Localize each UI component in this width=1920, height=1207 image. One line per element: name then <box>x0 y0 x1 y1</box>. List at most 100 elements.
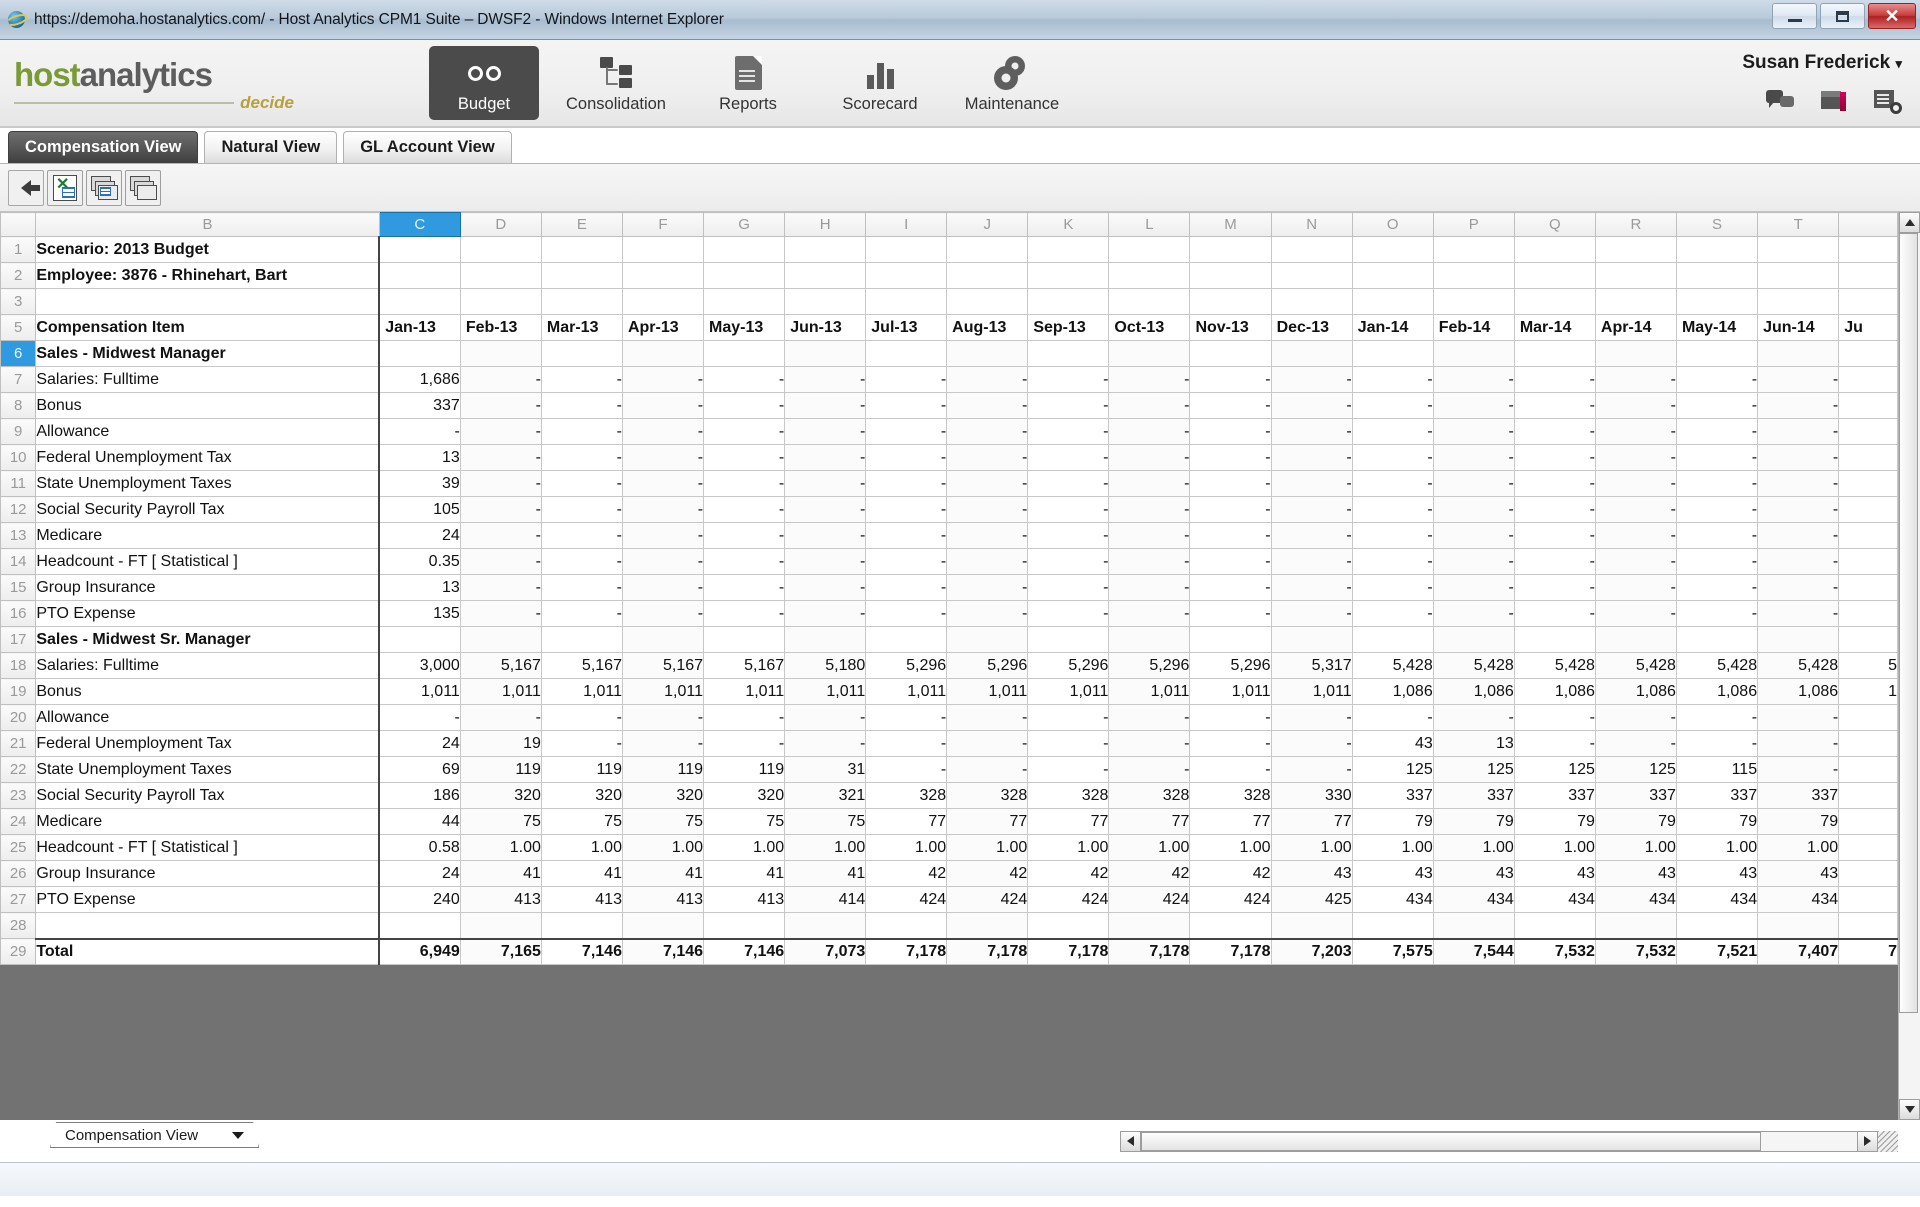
cell-r15-c2[interactable]: - <box>460 574 542 601</box>
cell-r23-c3[interactable]: 320 <box>541 782 623 809</box>
cell-r16-c16[interactable]: - <box>1595 600 1677 627</box>
row-label-15[interactable]: Group Insurance <box>35 574 381 601</box>
chat-icon[interactable] <box>1766 88 1794 114</box>
cell[interactable] <box>1189 236 1272 263</box>
cell-r13-c4[interactable]: - <box>622 522 705 549</box>
tab-compensation-view[interactable]: Compensation View <box>8 131 199 163</box>
cell-r26-c5[interactable]: 41 <box>703 860 786 887</box>
cell-r11-c11[interactable]: - <box>1189 470 1272 497</box>
cell-r20-c10[interactable]: - <box>1108 704 1191 731</box>
cell-r18-c7[interactable]: 5,296 <box>865 652 948 679</box>
period-header-9[interactable]: Sep-13 <box>1027 314 1110 341</box>
cell-r6-c8[interactable] <box>946 340 1029 367</box>
cell-r11-c15[interactable]: - <box>1514 470 1596 497</box>
cell-r29-c3[interactable]: 7,146 <box>541 937 623 965</box>
cell-r29-c7[interactable]: 7,178 <box>865 937 948 965</box>
cell-r15-c11[interactable]: - <box>1189 574 1272 601</box>
cell-r11-c2[interactable]: - <box>460 470 542 497</box>
cell-r9-c6[interactable]: - <box>784 418 867 445</box>
minimize-button[interactable] <box>1772 3 1817 29</box>
period-header-8[interactable]: Aug-13 <box>946 314 1029 341</box>
row-label-22[interactable]: State Unemployment Taxes <box>35 756 381 783</box>
cell-r10-c13[interactable]: - <box>1352 444 1434 471</box>
cell-r29-c13[interactable]: 7,575 <box>1352 937 1434 965</box>
cell-r19-c7[interactable]: 1,011 <box>865 678 948 705</box>
cell[interactable] <box>622 262 705 289</box>
cell-r22-c18[interactable]: - <box>1757 756 1840 783</box>
cell-r6-cpad[interactable] <box>1838 340 1898 367</box>
row-header-24[interactable]: 24 <box>0 808 37 835</box>
cell-r11-c6[interactable]: - <box>784 470 867 497</box>
cell-r29-c1[interactable]: 6,949 <box>379 937 461 965</box>
cell-r10-cpad[interactable] <box>1838 444 1898 471</box>
horizontal-scroll-thumb[interactable] <box>1141 1131 1761 1151</box>
row-header-15[interactable]: 15 <box>0 574 37 601</box>
cell[interactable] <box>1676 288 1759 315</box>
cell-r26-c3[interactable]: 41 <box>541 860 623 887</box>
cell[interactable] <box>865 288 948 315</box>
user-menu-button[interactable]: Susan Frederick ▾ <box>1742 52 1902 74</box>
cell-r8-c15[interactable]: - <box>1514 392 1596 419</box>
cell-r18-c11[interactable]: 5,296 <box>1189 652 1272 679</box>
column-header-b[interactable]: B <box>35 212 380 237</box>
period-header-19[interactable]: Ju <box>1838 314 1898 341</box>
cell-r16-c6[interactable]: - <box>784 600 867 627</box>
column-header-c[interactable]: C <box>378 212 461 237</box>
cell-r17-c5[interactable] <box>703 626 786 653</box>
row-label-6[interactable]: Sales - Midwest Manager <box>35 340 381 367</box>
cell-r19-c4[interactable]: 1,011 <box>622 678 705 705</box>
row-label-10[interactable]: Federal Unemployment Tax <box>35 444 381 471</box>
cell[interactable] <box>541 236 623 263</box>
cell-r10-c15[interactable]: - <box>1514 444 1596 471</box>
cell-r10-c6[interactable]: - <box>784 444 867 471</box>
cell-pad[interactable] <box>1838 288 1898 315</box>
cell-r20-c4[interactable]: - <box>622 704 705 731</box>
cell-r12-c13[interactable]: - <box>1352 496 1434 523</box>
cell-r28-c14[interactable] <box>1433 912 1515 939</box>
cell-pad[interactable] <box>1838 236 1898 263</box>
cell[interactable] <box>1352 288 1434 315</box>
cell-r29-c16[interactable]: 7,532 <box>1595 937 1677 965</box>
cell-r15-c9[interactable]: - <box>1027 574 1110 601</box>
cell-r8-c7[interactable]: - <box>865 392 948 419</box>
cell-r11-c9[interactable]: - <box>1027 470 1110 497</box>
cell-r29-c18[interactable]: 7,407 <box>1757 937 1840 965</box>
cell-r11-c18[interactable]: - <box>1757 470 1840 497</box>
package-alert-icon[interactable] <box>1820 88 1848 114</box>
row-label-24[interactable]: Medicare <box>35 808 381 835</box>
cell-r18-c5[interactable]: 5,167 <box>703 652 786 679</box>
cell-r24-c4[interactable]: 75 <box>622 808 705 835</box>
cell-r12-c15[interactable]: - <box>1514 496 1596 523</box>
cell[interactable] <box>784 288 867 315</box>
cell[interactable] <box>541 262 623 289</box>
cell-r13-c18[interactable]: - <box>1757 522 1840 549</box>
cell-r28-c2[interactable] <box>460 912 542 939</box>
cell-r11-c8[interactable]: - <box>946 470 1029 497</box>
row-label-20[interactable]: Allowance <box>35 704 381 731</box>
cell-r21-c18[interactable]: - <box>1757 730 1840 757</box>
period-header-3[interactable]: Mar-13 <box>541 314 623 341</box>
cell-r22-cpad[interactable] <box>1838 756 1898 783</box>
cell-r16-c5[interactable]: - <box>703 600 786 627</box>
cell-r28-c11[interactable] <box>1189 912 1272 939</box>
cell-r11-c13[interactable]: - <box>1352 470 1434 497</box>
cell-r18-c14[interactable]: 5,428 <box>1433 652 1515 679</box>
row-label-27[interactable]: PTO Expense <box>35 886 381 913</box>
cell-r26-cpad[interactable] <box>1838 860 1898 887</box>
cell-r14-c5[interactable]: - <box>703 548 786 575</box>
period-header-15[interactable]: Mar-14 <box>1514 314 1596 341</box>
row-label-13[interactable]: Medicare <box>35 522 381 549</box>
cell[interactable] <box>1108 288 1191 315</box>
cell-r17-c6[interactable] <box>784 626 867 653</box>
cell-r19-c5[interactable]: 1,011 <box>703 678 786 705</box>
cell-r23-c15[interactable]: 337 <box>1514 782 1596 809</box>
column-header-j[interactable]: J <box>946 212 1029 237</box>
column-header-k[interactable]: K <box>1027 212 1110 237</box>
cell-r14-c3[interactable]: - <box>541 548 623 575</box>
row-header-22[interactable]: 22 <box>0 756 37 783</box>
cell-r9-cpad[interactable] <box>1838 418 1898 445</box>
cell-r23-c16[interactable]: 337 <box>1595 782 1677 809</box>
row-header-8[interactable]: 8 <box>0 392 37 419</box>
cell-r14-c16[interactable]: - <box>1595 548 1677 575</box>
cell-r7-c4[interactable]: - <box>622 366 705 393</box>
